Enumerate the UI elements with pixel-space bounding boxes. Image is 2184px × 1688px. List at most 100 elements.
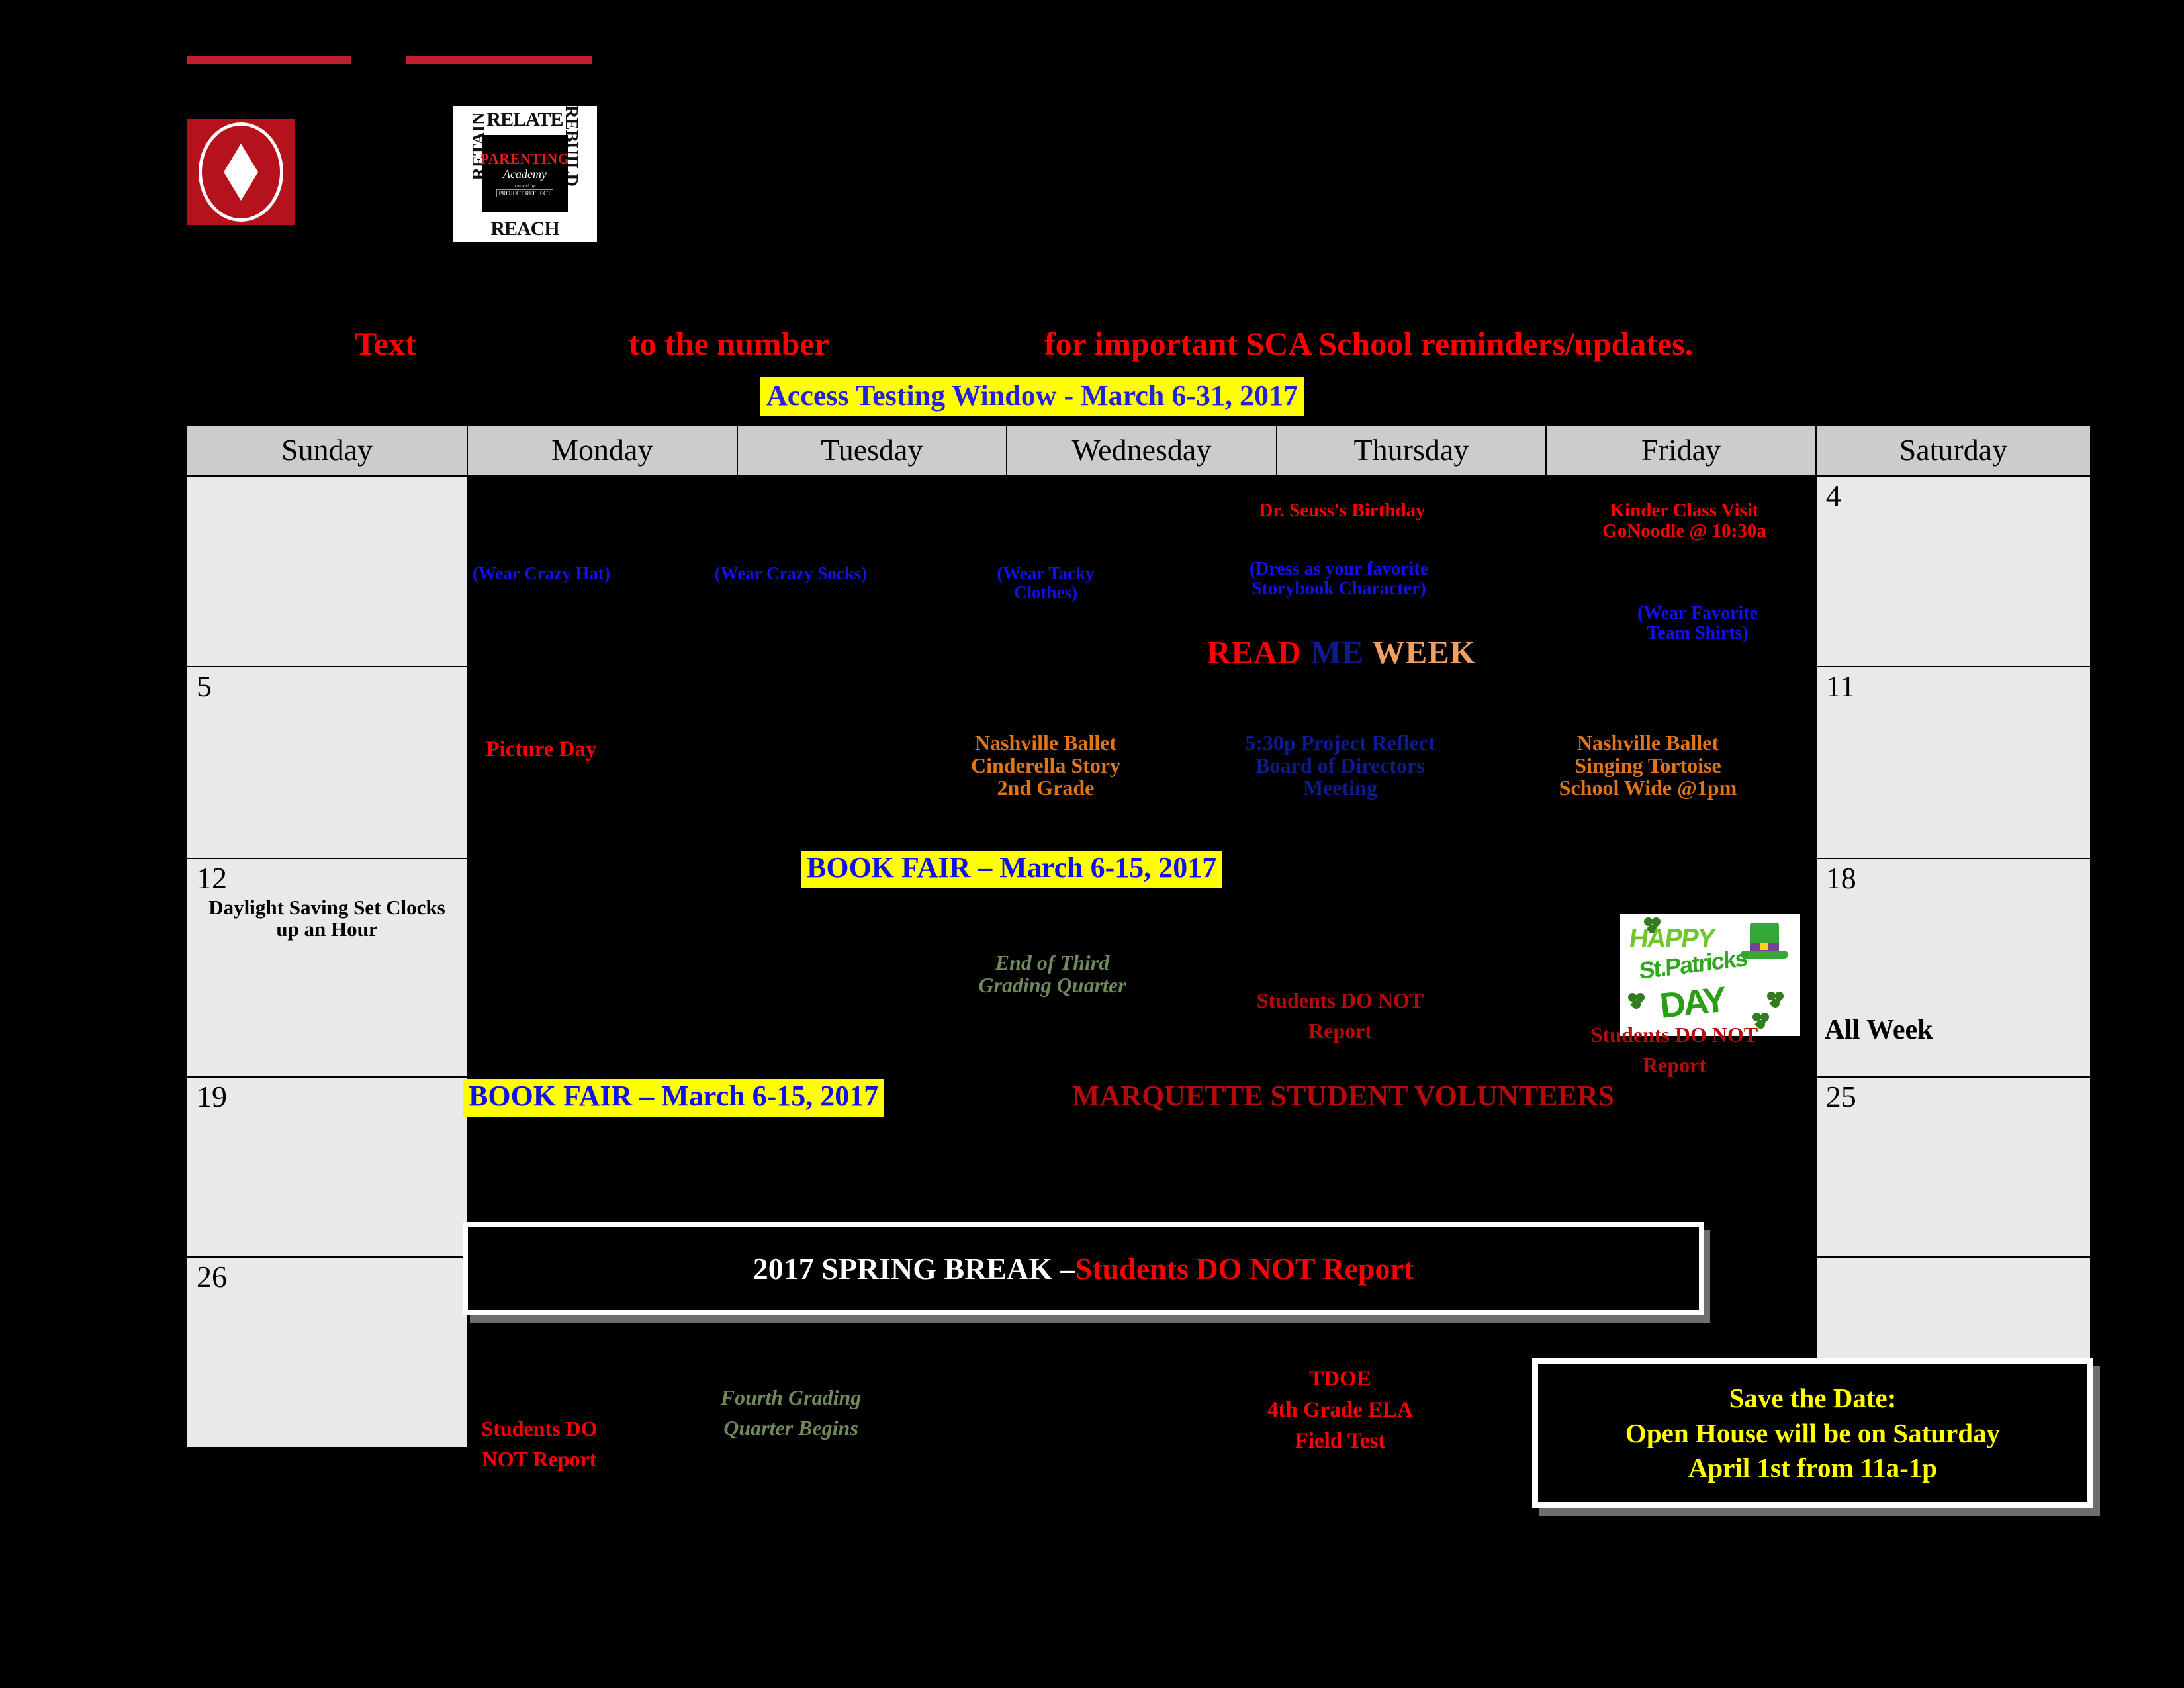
tortoise-line1: Nashville Ballet: [1576, 731, 1719, 755]
date-number-26: 26: [197, 1260, 227, 1293]
date-number-12: 12: [197, 861, 227, 895]
happy-st-patricks-day-image: HAPPY St.Patricks DAY: [1620, 914, 1800, 1036]
shamrock-icon-2: [1626, 991, 1647, 1011]
read-me-week-read: READ: [1207, 634, 1302, 671]
day-cell-18[interactable]: 18 All Week: [1815, 858, 2092, 1078]
marquette-student-volunteers-label: MARQUETTE STUDENT VOLUNTEERS: [1072, 1080, 1615, 1112]
wear-tacky-line1: (Wear Tacky: [997, 563, 1095, 583]
pa-inner-panel: PARENTING Academy powered by: PROJECT RE…: [480, 135, 570, 212]
pa-relate-text: RELATE: [486, 109, 563, 130]
date-number-4: 4: [1825, 479, 1841, 512]
event-wear-crazy-hat: (Wear Crazy Hat): [473, 563, 610, 583]
spring-break-banner: 2017 SPRING BREAK – Students DO NOT Repo…: [463, 1222, 1704, 1315]
pa-parenting-text: PARENTING: [480, 150, 570, 167]
nr-fri-line2: Report: [1643, 1053, 1706, 1078]
daylight-saving-note: Daylight Saving Set Clocks up an Hour: [208, 896, 445, 941]
storybook-line2: Storybook Character): [1251, 578, 1426, 599]
endq3-line2: Grading Quarter: [978, 973, 1126, 998]
save-the-date-line1: Save the Date:: [1729, 1383, 1897, 1414]
date-number-25: 25: [1825, 1080, 1856, 1113]
event-dr-seuss-birthday: Dr. Seuss's Birthday: [1259, 500, 1426, 521]
red-accent-bar-left: [187, 56, 351, 64]
day-header-thursday: Thursday: [1275, 425, 1547, 477]
nr-fri-line1: Students DO NOT: [1590, 1023, 1758, 1047]
tdoe-line1: TDOE: [1309, 1367, 1371, 1391]
shamrock-icon-3: [1765, 990, 1786, 1009]
header-to-the-number: to the number: [629, 325, 829, 362]
save-the-date-line2: Open House will be on Saturday: [1625, 1417, 2001, 1448]
event-project-reflect-board-meeting: 5:30p Project Reflect Board of Directors…: [1201, 731, 1479, 800]
nr-thu-line2: Report: [1308, 1019, 1372, 1043]
tortoise-line2: Singing Tortoise: [1574, 753, 1721, 778]
day-cell-12[interactable]: 12 Daylight Saving Set Clocks up an Hour: [185, 858, 469, 1078]
all-week-label: All Week: [1824, 1015, 1933, 1045]
sms-reminder-header: Text to the number for important SCA Sch…: [0, 324, 2184, 377]
save-the-date-line3: April 1st from 11a-1p: [1688, 1452, 1938, 1483]
event-students-do-not-report-monday-27: Students DO NOT Report: [443, 1413, 635, 1475]
wear-tacky-line2: Clothes): [1014, 582, 1077, 602]
pa-reach-text: REACH: [490, 218, 559, 240]
spring-break-label: 2017 SPRING BREAK –: [752, 1251, 1075, 1286]
red-accent-bar-right: [406, 56, 592, 64]
save-the-date-box: Save the Date: Open House will be on Sat…: [1532, 1358, 2093, 1508]
parenting-academy-logo: RELATE RETAIN REBUILD REACH PARENTING Ac…: [453, 105, 597, 242]
nr-mon-line1: Students DO: [481, 1417, 598, 1440]
event-wear-favorite-team-shirts: (Wear Favorite Team Shirts): [1575, 604, 1820, 643]
nr-mon-line2: NOT Report: [482, 1447, 597, 1472]
date-number-19: 19: [197, 1080, 227, 1113]
q4-line2: Quarter Begins: [723, 1416, 858, 1440]
endq3-line1: End of Third: [995, 951, 1110, 974]
day-header-sunday: Sunday: [185, 425, 469, 477]
date-number-18: 18: [1825, 861, 1856, 895]
day-cell-4[interactable]: 4: [1815, 475, 2092, 667]
read-me-week-me: ME: [1310, 634, 1365, 671]
nr-thu-line1: Students DO NOT: [1256, 988, 1424, 1012]
read-me-week-week: WEEK: [1372, 634, 1476, 671]
date-number-11: 11: [1825, 669, 1856, 703]
day-cell-25[interactable]: 25: [1815, 1076, 2092, 1258]
day-cell-26[interactable]: 26: [185, 1256, 469, 1448]
leprechaun-hat-icon: [1741, 923, 1788, 962]
read-me-week-banner: READ ME WEEK: [1199, 635, 1484, 670]
day-cell-blank-1[interactable]: [185, 475, 469, 667]
event-students-do-not-report-friday-17: Students DO NOT Report: [1542, 1019, 1807, 1081]
access-testing-window-banner: Access Testing Window - March 6-31, 2017: [760, 377, 1305, 416]
day-header-wednesday: Wednesday: [1006, 425, 1277, 477]
day-header-monday: Monday: [467, 425, 738, 477]
sca-logo-diamond-icon: [224, 144, 258, 201]
smithson-craighead-academy-logo: [187, 119, 295, 225]
team-shirts-line1: (Wear Favorite: [1637, 603, 1758, 624]
team-shirts-line2: Team Shirts): [1647, 622, 1749, 643]
event-dress-as-storybook-character: (Dress as your favorite Storybook Charac…: [1203, 559, 1475, 599]
event-students-do-not-report-thursday-16: Students DO NOT Report: [1208, 985, 1473, 1047]
event-wear-crazy-socks: (Wear Crazy Socks): [714, 563, 868, 583]
tdoe-line2: 4th Grade ELA: [1267, 1397, 1413, 1422]
cinderella-line1: Nashville Ballet: [974, 731, 1117, 755]
event-kinder-class-visit: Kinder Class Visit GoNoodle @ 10:30a: [1542, 500, 1827, 541]
event-nashville-ballet-singing-tortoise: Nashville Ballet Singing Tortoise School…: [1516, 731, 1780, 800]
event-tdoe-4th-grade-ela-field-test: TDOE 4th Grade ELA Field Test: [1208, 1364, 1473, 1457]
day-header-tuesday: Tuesday: [736, 425, 1008, 477]
pa-powered-text: powered by:: [513, 183, 537, 189]
day-header-saturday: Saturday: [1815, 425, 2092, 477]
spring-break-no-report-label: Students DO NOT Report: [1075, 1251, 1414, 1286]
sca-logo-ring: [199, 122, 283, 222]
kinder-line2: GoNoodle @ 10:30a: [1602, 520, 1766, 542]
event-wear-tacky-clothes: (Wear Tacky Clothes): [946, 564, 1145, 602]
day-cell-11[interactable]: 11: [1815, 666, 2092, 859]
cinderella-line2: Cinderella Story: [970, 753, 1121, 778]
day-cell-19[interactable]: 19: [185, 1076, 469, 1258]
day-cell-5[interactable]: 5: [185, 666, 469, 859]
date-number-5: 5: [197, 669, 212, 703]
logo-area: RELATE RETAIN REBUILD REACH PARENTING Ac…: [0, 0, 2184, 265]
q4-line1: Fourth Grading: [720, 1385, 862, 1409]
tdoe-line3: Field Test: [1295, 1429, 1386, 1453]
event-fourth-grading-quarter-begins: Fourth Grading Quarter Begins: [682, 1382, 900, 1444]
kinder-line1: Kinder Class Visit: [1610, 500, 1759, 521]
storybook-line1: (Dress as your favorite: [1249, 559, 1429, 579]
header-rest-text: for important SCA School reminders/updat…: [1044, 325, 1694, 362]
pa-project-reflect-text: PROJECT REFLECT: [496, 189, 553, 197]
board-line1: 5:30p Project Reflect: [1245, 731, 1435, 755]
event-nashville-ballet-cinderella: Nashville Ballet Cinderella Story 2nd Gr…: [940, 731, 1152, 800]
header-text-word: Text: [355, 325, 416, 362]
